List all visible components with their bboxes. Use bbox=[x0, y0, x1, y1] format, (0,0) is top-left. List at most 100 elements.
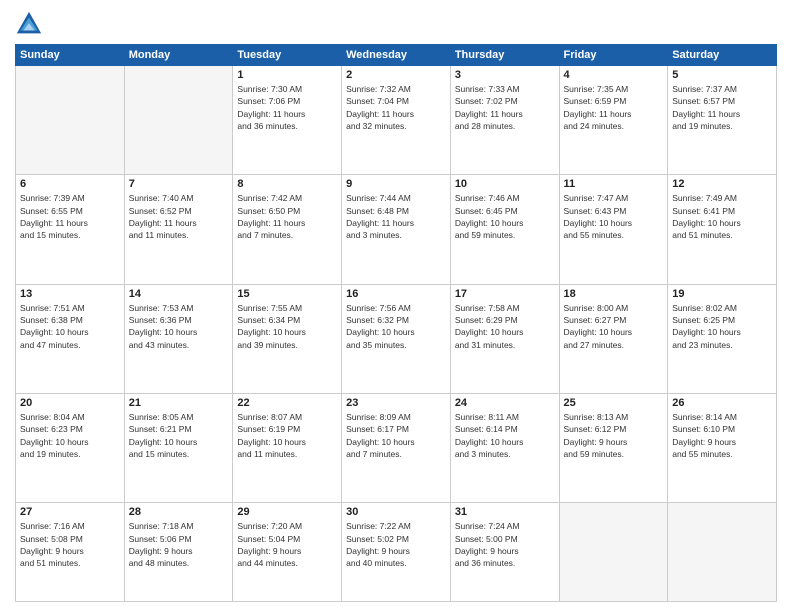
day-cell: 22 Sunrise: 8:07 AM Sunset: 6:19 PM Dayli… bbox=[233, 394, 342, 503]
day-number: 24 bbox=[455, 397, 555, 409]
day-info: Sunrise: 8:00 AM Sunset: 6:27 PM Dayligh… bbox=[564, 302, 664, 351]
day-info: Sunrise: 7:44 AM Sunset: 6:48 PM Dayligh… bbox=[346, 192, 446, 241]
day-info: Sunrise: 7:49 AM Sunset: 6:41 PM Dayligh… bbox=[672, 192, 772, 241]
day-number: 28 bbox=[129, 506, 229, 518]
day-cell: 5 Sunrise: 7:37 AM Sunset: 6:57 PM Daylig… bbox=[668, 66, 777, 175]
day-cell: 23 Sunrise: 8:09 AM Sunset: 6:17 PM Dayli… bbox=[342, 394, 451, 503]
day-cell: 17 Sunrise: 7:58 AM Sunset: 6:29 PM Dayli… bbox=[450, 284, 559, 393]
day-info: Sunrise: 8:11 AM Sunset: 6:14 PM Dayligh… bbox=[455, 411, 555, 460]
day-info: Sunrise: 7:20 AM Sunset: 5:04 PM Dayligh… bbox=[237, 520, 337, 569]
day-cell: 4Sunrise: 7:35 AM Sunset: 6:59 PM Daylig… bbox=[559, 66, 668, 175]
day-number: 16 bbox=[346, 288, 446, 300]
day-info: Sunrise: 8:04 AM Sunset: 6:23 PM Dayligh… bbox=[20, 411, 120, 460]
day-info: Sunrise: 7:47 AM Sunset: 6:43 PM Dayligh… bbox=[564, 192, 664, 241]
day-info: Sunrise: 7:30 AM Sunset: 7:06 PM Dayligh… bbox=[237, 83, 337, 132]
day-cell: 11 Sunrise: 7:47 AM Sunset: 6:43 PM Dayli… bbox=[559, 175, 668, 284]
day-cell: 21Sunrise: 8:05 AM Sunset: 6:21 PM Dayli… bbox=[124, 394, 233, 503]
day-number: 6 bbox=[20, 178, 120, 190]
weekday-header-wednesday: Wednesday bbox=[342, 45, 451, 66]
day-cell: 24 Sunrise: 8:11 AM Sunset: 6:14 PM Dayli… bbox=[450, 394, 559, 503]
day-cell: 27 Sunrise: 7:16 AM Sunset: 5:08 PM Dayli… bbox=[16, 503, 125, 602]
day-cell: 18 Sunrise: 8:00 AM Sunset: 6:27 PM Dayli… bbox=[559, 284, 668, 393]
day-number: 26 bbox=[672, 397, 772, 409]
day-number: 11 bbox=[564, 178, 664, 190]
day-info: Sunrise: 7:37 AM Sunset: 6:57 PM Dayligh… bbox=[672, 83, 772, 132]
weekday-header-row: SundayMondayTuesdayWednesdayThursdayFrid… bbox=[16, 45, 777, 66]
day-number: 19 bbox=[672, 288, 772, 300]
day-number: 25 bbox=[564, 397, 664, 409]
day-number: 29 bbox=[237, 506, 337, 518]
day-info: Sunrise: 8:07 AM Sunset: 6:19 PM Dayligh… bbox=[237, 411, 337, 460]
day-cell: 14 Sunrise: 7:53 AM Sunset: 6:36 PM Dayli… bbox=[124, 284, 233, 393]
day-cell: 31Sunrise: 7:24 AM Sunset: 5:00 PM Dayli… bbox=[450, 503, 559, 602]
day-info: Sunrise: 7:32 AM Sunset: 7:04 PM Dayligh… bbox=[346, 83, 446, 132]
day-cell: 19 Sunrise: 8:02 AM Sunset: 6:25 PM Dayli… bbox=[668, 284, 777, 393]
logo-icon bbox=[15, 10, 43, 38]
day-number: 27 bbox=[20, 506, 120, 518]
day-cell: 25 Sunrise: 8:13 AM Sunset: 6:12 PM Dayli… bbox=[559, 394, 668, 503]
day-info: Sunrise: 7:58 AM Sunset: 6:29 PM Dayligh… bbox=[455, 302, 555, 351]
day-cell: 30Sunrise: 7:22 AM Sunset: 5:02 PM Dayli… bbox=[342, 503, 451, 602]
day-cell: 9 Sunrise: 7:44 AM Sunset: 6:48 PM Daylig… bbox=[342, 175, 451, 284]
day-number: 8 bbox=[237, 178, 337, 190]
day-number: 30 bbox=[346, 506, 446, 518]
day-cell bbox=[16, 66, 125, 175]
day-number: 15 bbox=[237, 288, 337, 300]
day-cell bbox=[124, 66, 233, 175]
logo bbox=[15, 10, 47, 38]
day-number: 18 bbox=[564, 288, 664, 300]
day-number: 14 bbox=[129, 288, 229, 300]
day-info: Sunrise: 8:02 AM Sunset: 6:25 PM Dayligh… bbox=[672, 302, 772, 351]
day-number: 3 bbox=[455, 69, 555, 81]
day-cell: 7 Sunrise: 7:40 AM Sunset: 6:52 PM Daylig… bbox=[124, 175, 233, 284]
day-cell bbox=[559, 503, 668, 602]
day-info: Sunrise: 7:56 AM Sunset: 6:32 PM Dayligh… bbox=[346, 302, 446, 351]
day-info: Sunrise: 7:51 AM Sunset: 6:38 PM Dayligh… bbox=[20, 302, 120, 351]
week-row-1: 1 Sunrise: 7:30 AM Sunset: 7:06 PM Daylig… bbox=[16, 66, 777, 175]
day-cell: 16 Sunrise: 7:56 AM Sunset: 6:32 PM Dayli… bbox=[342, 284, 451, 393]
day-info: Sunrise: 7:55 AM Sunset: 6:34 PM Dayligh… bbox=[237, 302, 337, 351]
day-cell: 2 Sunrise: 7:32 AM Sunset: 7:04 PM Daylig… bbox=[342, 66, 451, 175]
day-info: Sunrise: 7:40 AM Sunset: 6:52 PM Dayligh… bbox=[129, 192, 229, 241]
day-info: Sunrise: 7:53 AM Sunset: 6:36 PM Dayligh… bbox=[129, 302, 229, 351]
day-info: Sunrise: 8:13 AM Sunset: 6:12 PM Dayligh… bbox=[564, 411, 664, 460]
day-number: 2 bbox=[346, 69, 446, 81]
day-cell: 28Sunrise: 7:18 AM Sunset: 5:06 PM Dayli… bbox=[124, 503, 233, 602]
day-info: Sunrise: 8:09 AM Sunset: 6:17 PM Dayligh… bbox=[346, 411, 446, 460]
day-number: 9 bbox=[346, 178, 446, 190]
day-cell: 15 Sunrise: 7:55 AM Sunset: 6:34 PM Dayli… bbox=[233, 284, 342, 393]
day-number: 31 bbox=[455, 506, 555, 518]
week-row-3: 13Sunrise: 7:51 AM Sunset: 6:38 PM Dayli… bbox=[16, 284, 777, 393]
day-number: 23 bbox=[346, 397, 446, 409]
day-cell: 29 Sunrise: 7:20 AM Sunset: 5:04 PM Dayli… bbox=[233, 503, 342, 602]
day-cell: 12 Sunrise: 7:49 AM Sunset: 6:41 PM Dayli… bbox=[668, 175, 777, 284]
day-number: 22 bbox=[237, 397, 337, 409]
calendar-table: SundayMondayTuesdayWednesdayThursdayFrid… bbox=[15, 44, 777, 602]
day-cell: 3 Sunrise: 7:33 AM Sunset: 7:02 PM Daylig… bbox=[450, 66, 559, 175]
day-cell: 20 Sunrise: 8:04 AM Sunset: 6:23 PM Dayli… bbox=[16, 394, 125, 503]
day-number: 4 bbox=[564, 69, 664, 81]
day-number: 5 bbox=[672, 69, 772, 81]
day-number: 17 bbox=[455, 288, 555, 300]
header bbox=[15, 10, 777, 38]
day-info: Sunrise: 7:39 AM Sunset: 6:55 PM Dayligh… bbox=[20, 192, 120, 241]
day-number: 20 bbox=[20, 397, 120, 409]
day-number: 21 bbox=[129, 397, 229, 409]
weekday-header-saturday: Saturday bbox=[668, 45, 777, 66]
weekday-header-tuesday: Tuesday bbox=[233, 45, 342, 66]
day-info: Sunrise: 7:16 AM Sunset: 5:08 PM Dayligh… bbox=[20, 520, 120, 569]
day-cell: 10Sunrise: 7:46 AM Sunset: 6:45 PM Dayli… bbox=[450, 175, 559, 284]
day-info: Sunrise: 8:14 AM Sunset: 6:10 PM Dayligh… bbox=[672, 411, 772, 460]
day-cell: 13Sunrise: 7:51 AM Sunset: 6:38 PM Dayli… bbox=[16, 284, 125, 393]
day-number: 7 bbox=[129, 178, 229, 190]
day-number: 12 bbox=[672, 178, 772, 190]
day-number: 10 bbox=[455, 178, 555, 190]
weekday-header-thursday: Thursday bbox=[450, 45, 559, 66]
weekday-header-friday: Friday bbox=[559, 45, 668, 66]
day-cell bbox=[668, 503, 777, 602]
day-number: 1 bbox=[237, 69, 337, 81]
page: SundayMondayTuesdayWednesdayThursdayFrid… bbox=[0, 0, 792, 612]
day-cell: 8Sunrise: 7:42 AM Sunset: 6:50 PM Daylig… bbox=[233, 175, 342, 284]
weekday-header-sunday: Sunday bbox=[16, 45, 125, 66]
day-info: Sunrise: 7:33 AM Sunset: 7:02 PM Dayligh… bbox=[455, 83, 555, 132]
